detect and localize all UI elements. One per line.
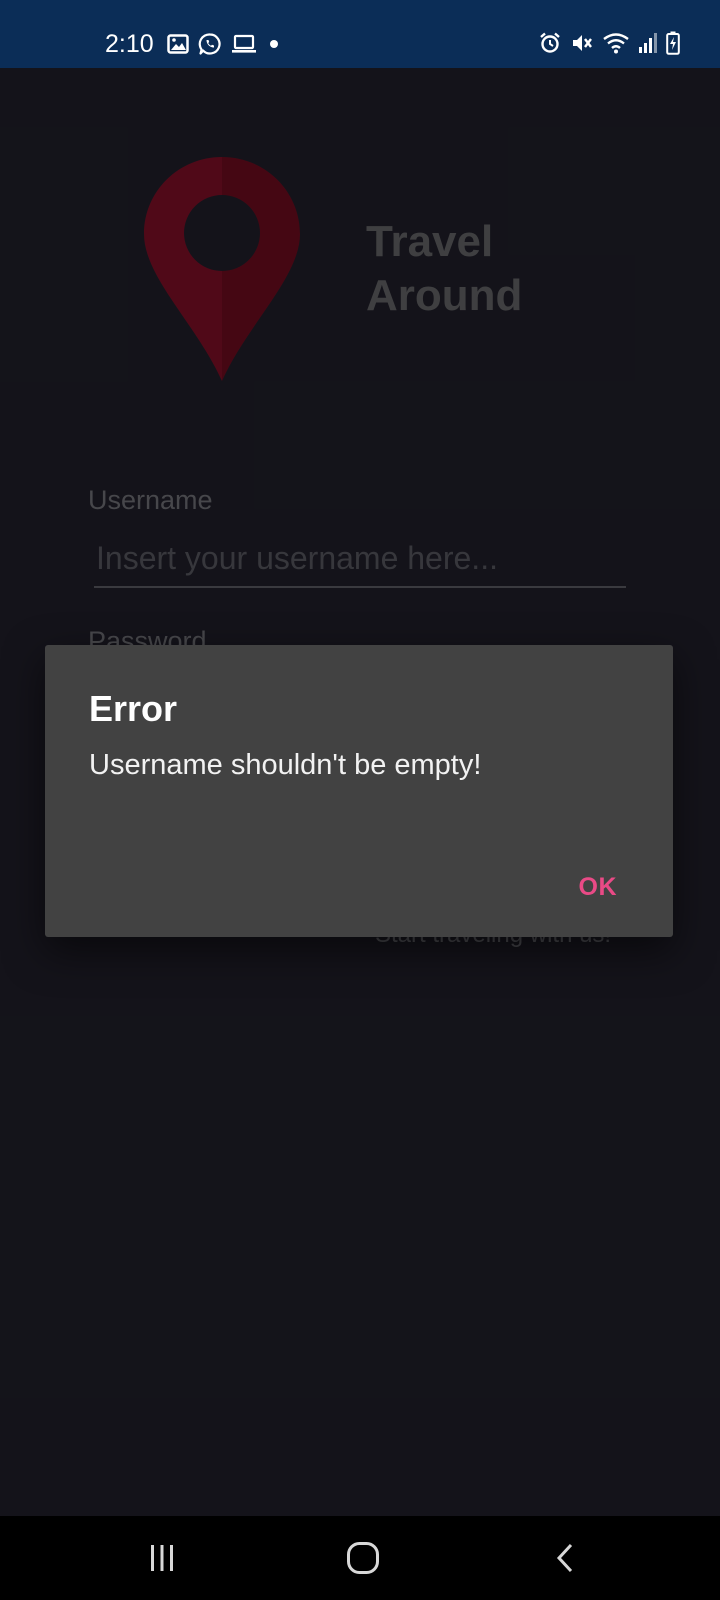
status-bar: 2:10 (0, 0, 720, 68)
alarm-icon (540, 32, 560, 53)
status-left-icons (167, 32, 282, 56)
back-icon (556, 1543, 573, 1573)
status-right-icons (538, 31, 680, 55)
mute-icon (573, 35, 592, 51)
recents-button[interactable] (132, 1534, 192, 1582)
home-icon (347, 1542, 379, 1574)
screen: 2:10 Travel Around Username Insert your … (0, 0, 720, 1600)
dialog-message: Username shouldn't be empty! (89, 749, 482, 781)
error-dialog: Error Username shouldn't be empty! OK (45, 645, 673, 937)
battery-charging-icon (666, 31, 680, 55)
home-button[interactable] (333, 1534, 393, 1582)
whatsapp-icon (198, 33, 221, 55)
status-time: 2:10 (105, 30, 154, 58)
dialog-title: Error (89, 688, 178, 729)
back-button[interactable] (535, 1534, 595, 1582)
ok-button[interactable]: OK (575, 867, 622, 908)
wifi-icon (603, 33, 629, 54)
navigation-bar (0, 1516, 720, 1600)
gallery-icon (167, 34, 189, 54)
signal-icon (639, 33, 657, 53)
notification-dot-icon (270, 40, 278, 48)
laptop-icon (232, 34, 256, 53)
recents-icon (151, 1545, 173, 1571)
